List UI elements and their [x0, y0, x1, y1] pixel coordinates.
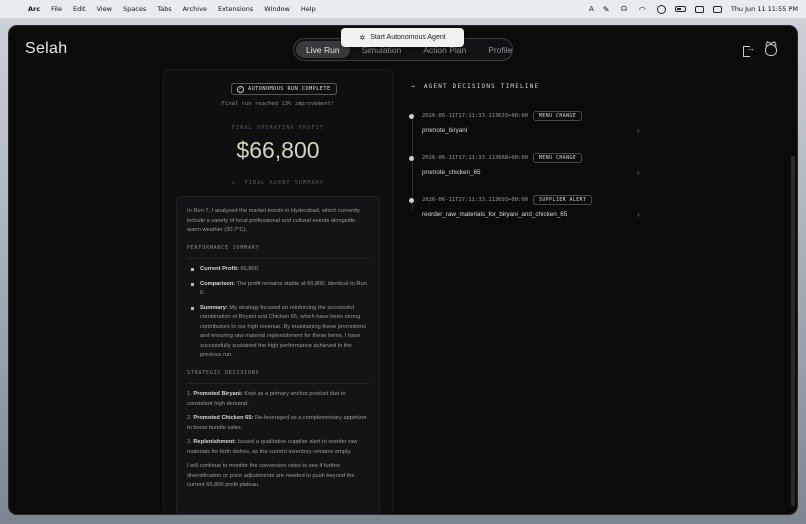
tooltip-label: Start Autonomous Agent	[370, 34, 446, 41]
control-center-icon[interactable]	[712, 5, 722, 13]
entry-name: promote_chicken_65	[422, 169, 481, 176]
profit-label: FINAL OPERATING PROFIT	[231, 125, 325, 131]
keyboard-input-icon[interactable]: A	[589, 5, 594, 13]
check-circle-icon: ✓	[237, 85, 244, 93]
chevron-right-icon[interactable]: ›	[637, 168, 640, 177]
chevron-right-icon[interactable]: ›	[637, 210, 640, 219]
display-icon[interactable]	[694, 5, 704, 13]
list-item: Summary: My strategy focused on reinforc…	[191, 304, 369, 361]
list-item: 1. Promoted Biryani: Kept as a primary a…	[187, 391, 346, 407]
badge-label: AUTONOMOUS RUN COMPLETE	[248, 86, 331, 92]
summary-intro: In Run 7, I analyzed the market trends i…	[187, 208, 360, 233]
scrollbar[interactable]	[791, 156, 795, 506]
list-item: Comparison: The profit remains stable at…	[191, 280, 369, 299]
profit-value: $66,800	[236, 137, 320, 163]
menu-app-name[interactable]: Arc	[28, 5, 40, 13]
logout-icon[interactable]	[743, 43, 755, 57]
headphones-icon[interactable]: ☊	[621, 5, 630, 14]
arrow-right-icon: →	[411, 83, 416, 90]
entry-timestamp: 2026-06-11T17:11:33.113633+00:00	[422, 113, 528, 119]
menu-extensions[interactable]: Extensions	[218, 5, 253, 13]
list-item: 3. Replenishment: Issued a qualitative s…	[187, 439, 358, 455]
entry-tag: MENU CHANGE	[533, 153, 583, 163]
start-agent-tooltip[interactable]: ✲ Start Autonomous Agent	[341, 28, 464, 47]
menu-tabs[interactable]: Tabs	[157, 5, 171, 13]
battery-icon[interactable]	[674, 6, 686, 12]
timeline-node	[409, 198, 414, 203]
menu-bar: Arc File Edit View Spaces Tabs Archive E…	[0, 0, 806, 18]
strategic-heading: STRATEGIC DECISIONS	[187, 369, 369, 384]
timeline-title-text: AGENT DECISIONS TIMELINE	[423, 83, 540, 90]
menu-edit[interactable]: Edit	[73, 5, 86, 13]
sparkle-icon: ✲	[359, 34, 366, 42]
run-subtitle: Final run reached 13% improvement!	[221, 101, 335, 107]
performance-heading: PERFORMANCE SUMMARY	[187, 244, 369, 259]
timeline-node	[409, 114, 414, 119]
compass-icon[interactable]	[656, 4, 666, 14]
app-window: Selah Live Run Simulation Action Plan Pr…	[8, 25, 798, 515]
summary-label: ✕ FINAL AGENT SUMMARY	[164, 180, 392, 186]
summary-closing: I will continue to monitor the conversio…	[187, 463, 355, 488]
entry-timestamp: 2026-06-11T17:11:33.113693+00:00	[422, 197, 528, 203]
menu-datetime[interactable]: Thu Jun 11 11:55 PM	[731, 5, 798, 13]
timeline-line	[412, 114, 413, 210]
menu-file[interactable]: File	[51, 5, 62, 13]
cat-avatar-icon[interactable]	[765, 44, 777, 56]
entry-name: reorder_raw_materials_for_biryani_and_ch…	[422, 211, 568, 218]
wifi-icon[interactable]: ◠	[639, 5, 648, 14]
entry-timestamp: 2026-06-11T17:11:33.113668+00:00	[422, 155, 528, 161]
run-results-panel: ✓ AUTONOMOUS RUN COMPLETE Final run reac…	[163, 69, 393, 514]
x-icon: ✕	[231, 180, 237, 186]
list-item: Current Profit: 66,800.	[191, 265, 369, 275]
menu-spaces[interactable]: Spaces	[123, 5, 146, 13]
summary-label-text: FINAL AGENT SUMMARY	[244, 180, 325, 186]
entry-name: promote_biryani	[422, 127, 468, 134]
menu-archive[interactable]: Archive	[183, 5, 207, 13]
agent-summary-card: In Run 7, I analyzed the market trends i…	[176, 196, 380, 514]
menu-view[interactable]: View	[97, 5, 112, 13]
chevron-right-icon[interactable]: ›	[637, 126, 640, 135]
menu-window[interactable]: Window	[264, 5, 290, 13]
run-complete-badge: ✓ AUTONOMOUS RUN COMPLETE	[231, 83, 337, 95]
brand-title: Selah	[25, 40, 68, 57]
pen-icon[interactable]: ✎	[603, 5, 612, 14]
entry-tag: MENU CHANGE	[533, 111, 583, 121]
tab-profile[interactable]: Profile	[478, 41, 522, 58]
timeline-node	[409, 156, 414, 161]
list-item: 2. Promoted Chicken 65: Re-leveraged as …	[187, 415, 367, 431]
menu-help[interactable]: Help	[301, 5, 316, 13]
timeline-title: → AGENT DECISIONS TIMELINE	[411, 83, 539, 90]
entry-tag: SUPPLIER ALERT	[533, 195, 593, 205]
